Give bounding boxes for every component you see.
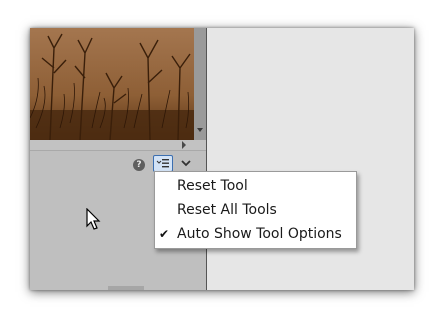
list-options-icon	[156, 159, 169, 168]
collapsed-panel-tab[interactable]	[108, 286, 144, 290]
photo-preview	[30, 28, 194, 140]
workspace-area	[207, 28, 414, 290]
menu-item-label: Auto Show Tool Options	[177, 226, 342, 242]
menu-item-reset-tool[interactable]: Reset Tool	[155, 174, 356, 198]
tool-options-menu-button[interactable]	[153, 155, 173, 172]
tool-options-context-menu: Reset Tool Reset All Tools ✔ Auto Show T…	[154, 171, 357, 249]
scroll-down-icon[interactable]	[197, 128, 203, 132]
chevron-down-icon[interactable]	[181, 160, 191, 167]
help-icon[interactable]: ?	[133, 159, 145, 171]
menu-item-reset-all-tools[interactable]: Reset All Tools	[155, 198, 356, 222]
horizontal-scrollbar[interactable]	[30, 140, 206, 150]
panel-separator	[30, 150, 206, 151]
menu-item-auto-show-tool-options[interactable]: ✔ Auto Show Tool Options	[155, 222, 356, 246]
panel-divider	[206, 28, 207, 290]
scroll-right-icon[interactable]	[182, 141, 186, 149]
checkmark-icon: ✔	[159, 227, 170, 241]
vertical-scrollbar[interactable]	[194, 28, 206, 140]
menu-item-label: Reset Tool	[177, 178, 248, 194]
mouse-cursor-icon	[86, 208, 101, 230]
menu-item-label: Reset All Tools	[177, 202, 277, 218]
